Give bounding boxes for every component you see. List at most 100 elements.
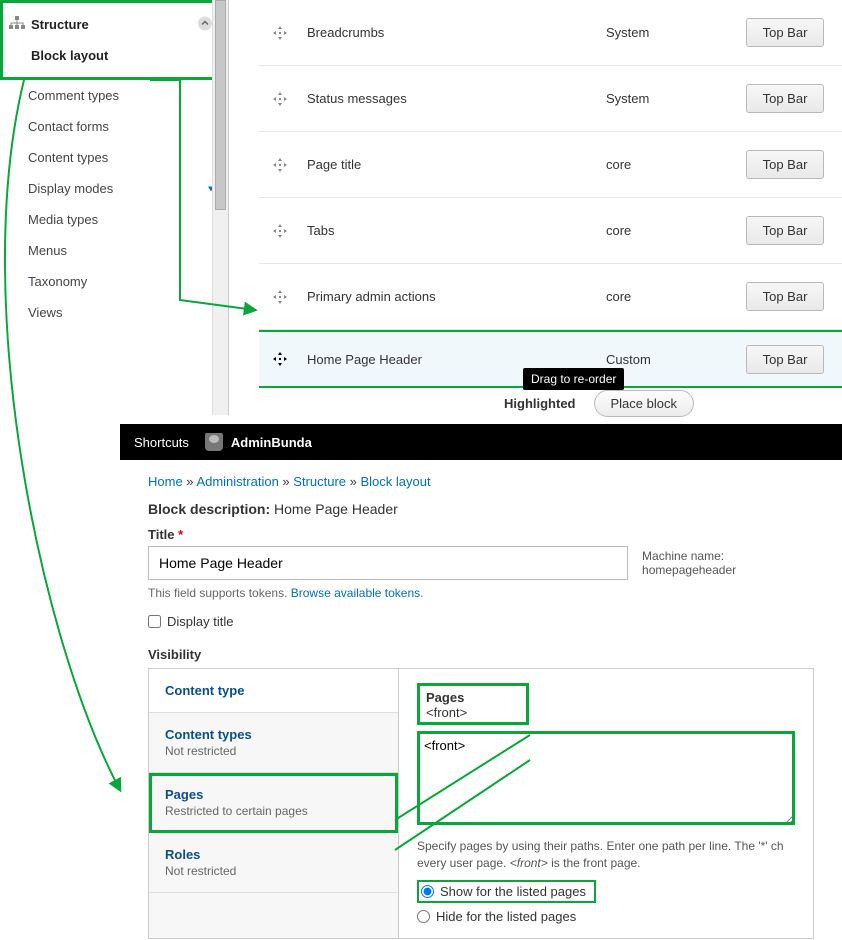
drag-handle-icon[interactable] [259,224,301,238]
sidebar-label: Structure [31,17,89,32]
vtab-title: Roles [165,847,382,862]
pages-heading: Pages [426,690,520,705]
block-row: Status messagesSystemTop Bar [259,66,842,132]
radio-hide-label: Hide for the listed pages [436,909,576,924]
sidebar-item[interactable]: Comment types [0,80,228,111]
sidebar-label: Contact forms [28,119,109,134]
visibility-heading: Visibility [148,647,814,662]
block-settings-panel: Shortcuts AdminBunda Home » Administrati… [120,424,842,939]
drag-handle-icon[interactable] [259,92,301,106]
block-category: core [606,157,746,172]
visibility-tab[interactable]: Content types Not restricted [149,713,398,773]
sidebar-label: Menus [28,243,67,258]
sidebar-label: Taxonomy [28,274,87,289]
block-category: System [606,25,746,40]
toolbar-username: AdminBunda [231,435,312,450]
sidebar-item[interactable]: Media types [0,204,228,235]
tokens-link[interactable]: Browse available tokens. [291,586,424,600]
sidebar-label: Content types [28,150,108,165]
block-row: BreadcrumbsSystemTop Bar [259,0,842,66]
block-name: Status messages [301,91,606,106]
radio-show-label: Show for the listed pages [440,884,586,899]
region-select-button[interactable]: Top Bar [746,345,824,374]
sidebar-item[interactable]: Display modes [0,173,228,204]
sidebar-label: Block layout [31,48,108,63]
vtab-subtitle: Not restricted [165,744,382,758]
crumb[interactable]: Home [148,474,183,489]
user-icon [205,433,223,451]
radio-show-highlight: Show for the listed pages [417,880,596,903]
crumb[interactable]: Administration [196,474,278,489]
drag-handle-icon[interactable] [259,26,301,40]
block-name: Tabs [301,223,606,238]
display-title-checkbox[interactable] [148,615,161,628]
block-table-region: BreadcrumbsSystemTop BarStatus messagesS… [229,0,842,415]
title-label: Title * [148,527,814,542]
region-select-button[interactable]: Top Bar [746,216,824,245]
block-category: core [606,223,746,238]
sidebar-item-block-layout[interactable]: Block layout [3,40,225,71]
crumb[interactable]: Block layout [361,474,431,489]
sidebar-label: Display modes [28,181,113,196]
visibility-tab[interactable]: Content type [149,669,398,713]
sidebar-scrollbar[interactable] [212,0,228,415]
pages-label-box: Pages <front> [417,683,529,725]
block-row: TabscoreTop Bar [259,198,842,264]
region-select-button[interactable]: Top Bar [746,84,824,113]
visibility-tab[interactable]: Pages Restricted to certain pages [149,773,398,833]
section-label: Highlighted [504,396,576,411]
region-select-button[interactable]: Top Bar [746,150,824,179]
block-category: System [606,91,746,106]
block-name: Page title [301,157,606,172]
region-select-button[interactable]: Top Bar [746,18,824,47]
toolbar-user[interactable]: AdminBunda [205,433,312,451]
block-description: Block description: Home Page Header [120,497,842,527]
sidebar-item[interactable]: Views [0,297,228,328]
visibility-tab[interactable]: Roles Not restricted [149,833,398,893]
toolbar-shortcuts[interactable]: Shortcuts [134,435,189,450]
display-title-label: Display title [167,614,233,629]
block-name: Breadcrumbs [301,25,606,40]
vtab-subtitle: Restricted to certain pages [165,804,382,818]
collapse-icon[interactable] [197,15,213,34]
drag-tooltip: Drag to re-order [523,368,624,390]
visibility-tabs: Content type Content types Not restricted P… [148,668,814,939]
sidebar-item[interactable]: Taxonomy [0,266,228,297]
tokens-help: This field supports tokens. Browse avail… [148,586,814,600]
vtab-title: Content type [165,683,382,698]
sidebar-label: Media types [28,212,98,227]
sidebar-label: Views [28,305,62,320]
admin-toolbar: Shortcuts AdminBunda [120,424,842,460]
title-input[interactable] [148,546,628,580]
block-category: Custom [606,352,746,367]
radio-show[interactable] [421,885,434,898]
scrollbar-thumb[interactable] [215,0,226,210]
block-row: Page titlecoreTop Bar [259,132,842,198]
crumb[interactable]: Structure [293,474,346,489]
vtab-title: Pages [165,787,382,802]
structure-icon [9,16,25,33]
block-row: Primary admin actionscoreTop Bar [259,264,842,330]
place-block-button[interactable]: Place block [594,390,694,417]
radio-hide[interactable] [417,910,430,923]
sidebar: Structure Block layout Comment types Cont… [0,0,229,415]
pages-textarea[interactable] [417,731,795,825]
visibility-pane-pages: Pages <front> Specify pages by using the… [399,669,813,938]
sidebar-item[interactable]: Contact forms [0,111,228,142]
machine-name: Machine name: homepageheader [642,549,814,577]
drag-handle-icon[interactable] [259,352,301,366]
vtab-subtitle: Not restricted [165,864,382,878]
block-category: core [606,289,746,304]
pages-help: Specify pages by using their paths. Ente… [417,838,795,872]
sidebar-highlight: Structure Block layout [0,0,228,80]
sidebar-item[interactable]: Menus [0,235,228,266]
sidebar-item[interactable]: Content types [0,142,228,173]
drag-handle-icon[interactable] [259,158,301,172]
block-name: Primary admin actions [301,289,606,304]
block-name: Home Page Header [301,352,606,367]
pages-preview: <front> [426,705,520,720]
region-select-button[interactable]: Top Bar [746,282,824,311]
vtab-title: Content types [165,727,382,742]
sidebar-item-structure[interactable]: Structure [3,9,225,40]
drag-handle-icon[interactable] [259,290,301,304]
